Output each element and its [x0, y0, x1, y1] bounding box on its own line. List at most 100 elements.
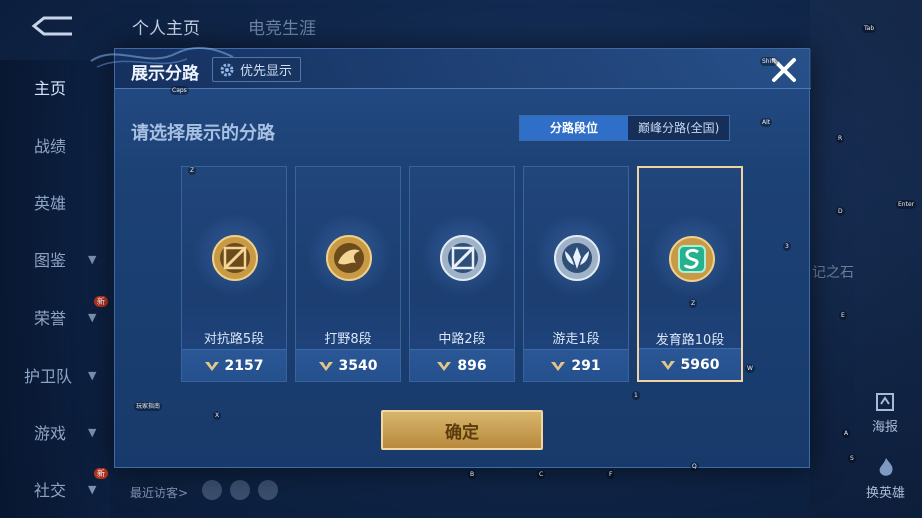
right-panel: [810, 0, 922, 518]
silver-wings-badge-icon: [554, 235, 600, 281]
gold-dragon-badge-icon: [326, 235, 372, 281]
select-lane-prompt: 请选择展示的分路: [131, 123, 275, 144]
tab-esports-career[interactable]: 电竞生涯: [248, 14, 316, 39]
lane-card-farm[interactable]: 发育路10段 5960: [637, 166, 743, 382]
sidebar-item-record[interactable]: 战绩: [0, 130, 110, 160]
rank-points-icon: [660, 360, 675, 370]
avatar[interactable]: [202, 480, 222, 500]
sidebar: 主页 战绩 英雄 图鉴 ▼ 荣誉 ▼ 新 护卫队 ▼ 游戏 ▼ 社交 ▼ 新: [0, 60, 110, 518]
sidebar-item-label: 护卫队: [24, 367, 73, 386]
chevron-down-icon: ▼: [88, 482, 97, 496]
poster-label: 海报: [872, 420, 899, 435]
lane-tab-switch: 分路段位 巅峰分路(全国): [519, 115, 731, 141]
chevron-down-icon: ▼: [88, 368, 97, 382]
top-tabs: 个人主页 电竞生涯: [132, 14, 316, 39]
lane-card-mid[interactable]: 中路2段 896: [409, 166, 515, 382]
sidebar-item-home[interactable]: 主页: [0, 72, 110, 102]
key-hint: R: [836, 134, 845, 143]
key-hint: S: [848, 454, 856, 463]
lane-points: 3540: [296, 349, 400, 381]
sidebar-item-honor[interactable]: 荣誉 ▼ 新: [0, 296, 110, 332]
key-hint: Z: [689, 299, 698, 308]
sidebar-item-label: 战绩: [34, 137, 67, 156]
chevron-down-icon: ▼: [88, 252, 97, 266]
jade-lane-badge-icon: [669, 236, 715, 282]
sidebar-item-social[interactable]: 社交 ▼ 新: [0, 468, 110, 504]
key-hint: W: [745, 364, 755, 373]
lane-card-roam[interactable]: 游走1段 291: [523, 166, 629, 382]
sidebar-item-label: 图鉴: [34, 251, 67, 270]
key-hint: Q: [690, 462, 699, 471]
key-hint: X: [213, 411, 222, 420]
avatar[interactable]: [230, 480, 250, 500]
lane-points-value: 2157: [224, 357, 264, 374]
sidebar-item-label: 主页: [34, 79, 67, 98]
lane-card-jungle[interactable]: 打野8段 3540: [295, 166, 401, 382]
tab-lane-rank[interactable]: 分路段位: [520, 116, 628, 140]
avatar[interactable]: [258, 480, 278, 500]
switch-hero-button[interactable]: 换英雄: [866, 456, 905, 501]
lane-tier-label: 打野8段: [324, 332, 372, 347]
sidebar-item-guard-team[interactable]: 护卫队 ▼: [0, 360, 110, 390]
lane-tier-label: 中路2段: [438, 332, 486, 347]
key-hint: Z: [188, 166, 197, 175]
key-hint: Alt: [760, 118, 773, 127]
new-badge: 新: [94, 296, 108, 307]
silver-lane-badge-icon: [440, 235, 486, 281]
rank-points-icon: [551, 361, 566, 371]
display-lane-dialog: 展示分路 优先显示 请选择展示的分路 分路段位 巅峰分路(全国) 对抗路5段 2…: [90, 46, 811, 468]
key-hint: E: [839, 311, 847, 320]
poster-icon: [876, 393, 894, 411]
key-hint: 1: [632, 391, 640, 400]
sidebar-item-label: 荣誉: [34, 309, 67, 328]
lane-tier-label: 游走1段: [552, 332, 600, 347]
dialog-title: 展示分路: [131, 64, 199, 84]
sidebar-item-label: 游戏: [34, 424, 67, 443]
lane-points-value: 3540: [338, 357, 378, 374]
poster-button[interactable]: 海报: [872, 392, 898, 435]
back-arrow-icon[interactable]: [28, 14, 76, 38]
rank-points-icon: [318, 361, 333, 371]
tab-peak-lane[interactable]: 巅峰分路(全国): [628, 116, 730, 140]
stone-text: 记之石: [812, 265, 854, 281]
switch-hero-label: 换英雄: [866, 486, 906, 501]
lane-points: 291: [524, 349, 628, 381]
priority-display-button[interactable]: 优先显示: [212, 57, 302, 82]
lane-points-value: 291: [571, 357, 601, 374]
lane-points-value: 896: [457, 357, 487, 374]
lane-points: 896: [410, 349, 514, 381]
key-hint: F: [607, 470, 615, 479]
rank-points-icon: [437, 361, 452, 371]
confirm-button[interactable]: 确定: [381, 410, 543, 450]
key-hint: Caps: [170, 86, 189, 95]
lane-points-value: 5960: [680, 356, 720, 373]
sidebar-item-collection[interactable]: 图鉴 ▼: [0, 244, 110, 274]
gear-icon: [220, 63, 234, 76]
key-hint: 3: [783, 242, 791, 251]
recent-visitors-link[interactable]: 最近访客>: [130, 484, 188, 501]
chevron-down-icon: ▼: [88, 425, 97, 439]
lane-card-top[interactable]: 对抗路5段 2157: [181, 166, 287, 382]
lane-tier-label: 发育路10段: [655, 333, 725, 348]
sidebar-item-game[interactable]: 游戏 ▼: [0, 417, 110, 447]
flame-icon: [879, 458, 893, 476]
key-hint: D: [836, 207, 845, 216]
sidebar-item-label: 社交: [34, 481, 67, 500]
rank-points-icon: [204, 361, 219, 371]
key-hint: A: [842, 429, 851, 438]
sidebar-item-heroes[interactable]: 英雄: [0, 187, 110, 217]
lane-points: 5960: [639, 348, 741, 380]
lane-points: 2157: [182, 349, 286, 381]
new-badge: 新: [94, 468, 108, 479]
key-hint: C: [537, 470, 546, 479]
lane-tier-label: 对抗路5段: [203, 332, 265, 347]
sidebar-item-label: 英雄: [34, 194, 67, 213]
dialog-header: 展示分路 优先显示: [90, 46, 811, 89]
key-hint: Tab: [862, 24, 877, 33]
chevron-down-icon: ▼: [88, 310, 97, 324]
key-hint: Enter: [896, 200, 917, 209]
key-hint: B: [468, 470, 477, 479]
gold-lane-badge-icon: [212, 235, 258, 281]
key-hint: 玩家指南: [134, 402, 163, 411]
tab-personal-home[interactable]: 个人主页: [132, 14, 200, 39]
